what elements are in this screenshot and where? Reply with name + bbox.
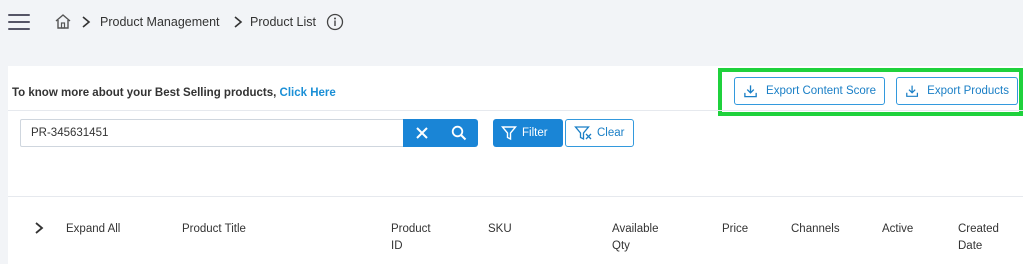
column-created-date: Created Date	[958, 221, 999, 255]
download-icon	[906, 85, 919, 97]
top-header: Product Management Product List	[0, 0, 1023, 48]
clear-search-button[interactable]	[403, 119, 440, 147]
column-price: Price	[722, 223, 749, 235]
search-actions	[403, 119, 478, 147]
search-input[interactable]	[20, 119, 405, 147]
search-button[interactable]	[440, 119, 477, 147]
column-created-date-line2: Date	[958, 240, 983, 252]
expand-all-header[interactable]: Expand All	[66, 221, 120, 238]
breadcrumb-product-list: Product List	[250, 15, 317, 29]
column-sku: SKU	[488, 223, 512, 235]
chevron-right-icon	[234, 16, 243, 28]
home-icon[interactable]	[54, 13, 72, 31]
export-content-score-button[interactable]: Export Content Score	[734, 77, 885, 105]
clear-filter-button[interactable]: Clear	[565, 119, 634, 147]
column-product-id-line2: ID	[391, 240, 403, 252]
column-created-date-line1: Created	[958, 223, 999, 235]
chevron-right-icon	[82, 16, 91, 28]
column-product-id: Product ID	[391, 221, 431, 255]
chevron-right-icon[interactable]	[33, 220, 45, 236]
column-active: Active	[882, 223, 914, 235]
click-here-link[interactable]: Click Here	[280, 87, 336, 99]
close-icon	[415, 127, 428, 139]
clear-label: Clear	[597, 127, 625, 139]
info-icon[interactable]	[326, 13, 344, 31]
best-selling-banner: To know more about your Best Selling pro…	[12, 87, 336, 99]
clear-filter-icon	[574, 126, 592, 141]
filter-button[interactable]: Filter	[493, 119, 563, 147]
filter-icon	[501, 126, 517, 141]
divider	[8, 110, 1023, 111]
export-products-button[interactable]: Export Products	[896, 77, 1018, 105]
column-available-qty-line2: Qty	[612, 240, 630, 252]
search-icon	[451, 125, 466, 141]
column-product-title: Product Title	[182, 223, 246, 235]
download-icon	[744, 85, 757, 98]
column-product-id-line1: Product	[391, 223, 431, 235]
table-header-divider	[8, 196, 1023, 197]
column-channels: Channels	[791, 223, 840, 235]
column-available-qty-line1: Available	[612, 223, 659, 235]
product-list-panel: To know more about your Best Selling pro…	[8, 66, 1023, 264]
export-content-score-label: Export Content Score	[766, 85, 876, 97]
best-selling-text: To know more about your Best Selling pro…	[12, 87, 277, 99]
menu-icon[interactable]	[8, 14, 30, 32]
breadcrumb-product-management[interactable]: Product Management	[100, 13, 220, 31]
filter-label: Filter	[522, 127, 548, 139]
column-available-qty: Available Qty	[612, 221, 658, 255]
export-products-label: Export Products	[927, 85, 1009, 97]
